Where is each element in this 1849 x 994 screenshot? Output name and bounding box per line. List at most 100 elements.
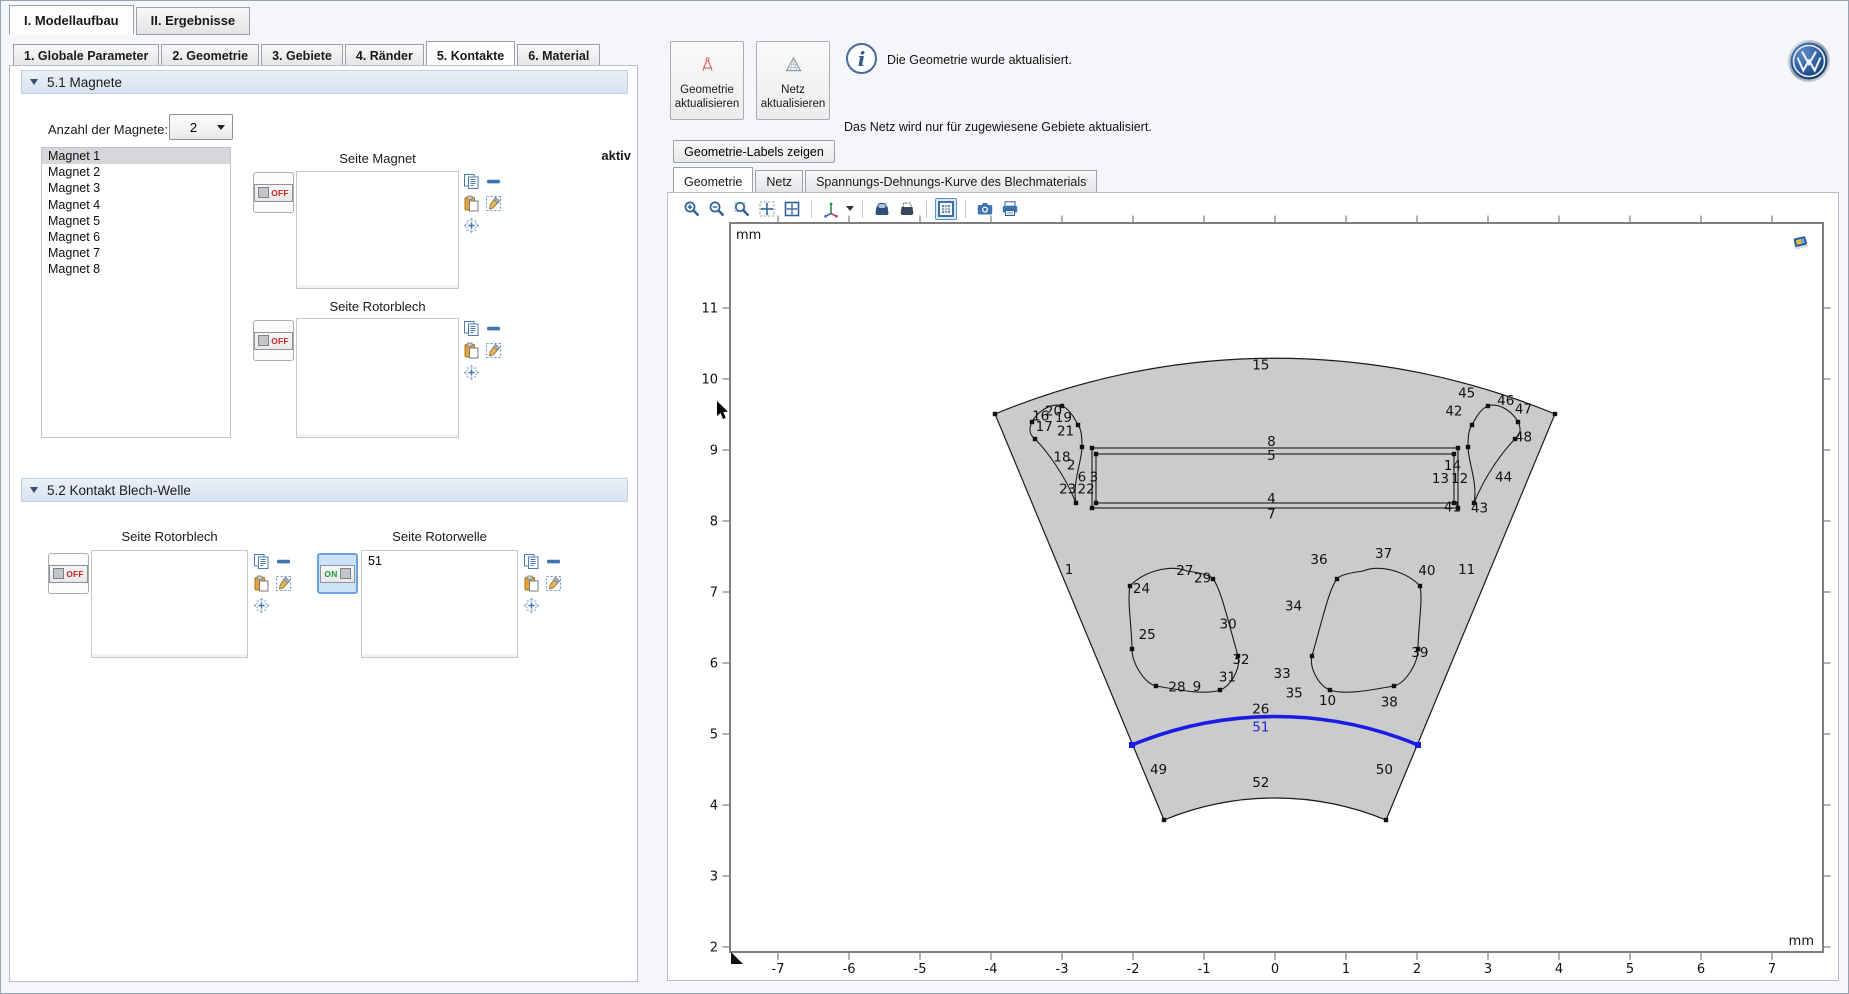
geometry-edge-label[interactable]: 40 (1418, 563, 1435, 579)
zoom-to-selection-icon[interactable] (252, 596, 271, 615)
geometry-vertex[interactable] (1466, 445, 1470, 449)
geometry-edge-label[interactable]: 14 (1444, 458, 1461, 474)
geometry-edge-label[interactable]: 30 (1220, 616, 1237, 632)
geometry-edge-label[interactable]: 41 (1444, 499, 1461, 515)
zoom-in-button[interactable] (681, 198, 703, 220)
main-tab-ii-ergebnisse[interactable]: II. Ergebnisse (136, 7, 251, 35)
geometry-edge-label[interactable]: 42 (1445, 403, 1462, 419)
magnet-list[interactable]: Magnet 1Magnet 2Magnet 3Magnet 4Magnet 5… (41, 147, 231, 438)
geometry-vertex[interactable] (1080, 445, 1084, 449)
clear-selection-icon[interactable] (484, 341, 503, 360)
clear-selection-icon[interactable] (274, 574, 293, 593)
geometry-edge-label[interactable]: 31 (1219, 670, 1236, 686)
geometry-edge-label[interactable]: 43 (1471, 501, 1488, 517)
contact-edge-label[interactable]: 51 (1252, 719, 1269, 735)
geometry-edge-label[interactable]: 17 (1036, 419, 1053, 435)
remove-selection-icon[interactable] (274, 552, 293, 571)
paste-selection-icon[interactable] (522, 574, 541, 593)
geometry-vertex[interactable] (993, 412, 997, 416)
paste-selection-icon[interactable] (462, 341, 481, 360)
geometry-edge-label[interactable]: 33 (1274, 666, 1291, 682)
zoom-to-selection-icon[interactable] (522, 596, 541, 615)
geometry-edge-label[interactable]: 28 (1168, 680, 1185, 696)
geometry-edge-label[interactable]: 1 (1065, 562, 1074, 578)
geometry-vertex[interactable] (1384, 818, 1388, 822)
geometry-edge-label[interactable]: 20 (1045, 403, 1062, 419)
magnet-list-item[interactable]: Magnet 1 (42, 148, 230, 164)
seite-rotorblech-active-toggle[interactable]: OFF (253, 320, 294, 361)
geometry-edge-label[interactable]: 27 (1176, 563, 1193, 579)
copy-selection-icon[interactable] (462, 172, 481, 191)
geometry-edge-label[interactable]: 39 (1411, 645, 1428, 661)
graphics-tab-geometrie[interactable]: Geometrie (673, 167, 753, 195)
geometry-edge-label[interactable]: 7 (1267, 506, 1276, 522)
geometry-vertex[interactable] (1310, 654, 1314, 658)
kontakt-rotorwelle-selection-box[interactable]: 51 (361, 550, 518, 658)
magnet-list-item[interactable]: Magnet 7 (42, 245, 230, 261)
geometry-edge-label[interactable]: 29 (1194, 570, 1211, 586)
geometry-vertex[interactable] (1456, 446, 1460, 450)
geometry-edge-label[interactable]: 25 (1139, 627, 1156, 643)
geometry-vertex[interactable] (1090, 506, 1094, 510)
contact-edge-vertex[interactable] (1415, 742, 1421, 748)
geometrie-aktualisieren-button[interactable]: Geometrie aktualisieren (670, 41, 744, 120)
clear-selection-icon[interactable] (544, 574, 563, 593)
geometry-vertex[interactable] (1094, 452, 1098, 456)
paste-selection-icon[interactable] (462, 194, 481, 213)
geometry-edge-label[interactable]: 45 (1458, 386, 1475, 402)
geometry-edge-label[interactable]: 4 (1267, 491, 1276, 507)
geometry-vertex[interactable] (1470, 423, 1474, 427)
kontakt-rotorblech-toggle[interactable]: OFF (48, 553, 89, 594)
geometry-edge-label[interactable]: 26 (1252, 702, 1269, 718)
netz-aktualisieren-button[interactable]: Netz aktualisieren (756, 41, 830, 120)
anzahl-magnete-dropdown[interactable]: 2 (169, 114, 233, 140)
remove-selection-icon[interactable] (484, 319, 503, 338)
geometry-edge-label[interactable]: 10 (1319, 693, 1336, 709)
geometry-edge-label[interactable]: 23 (1059, 482, 1076, 498)
geometry-edge-label[interactable]: 34 (1285, 599, 1302, 615)
copy-selection-icon[interactable] (522, 552, 541, 571)
geometry-vertex[interactable] (1328, 688, 1332, 692)
geometry-edge-label[interactable]: 35 (1286, 685, 1303, 701)
geometry-vertex[interactable] (1074, 501, 1078, 505)
geometry-edge-label[interactable]: 52 (1252, 775, 1269, 791)
remove-selection-icon[interactable] (544, 552, 563, 571)
geometry-edge-label[interactable]: 37 (1375, 546, 1392, 562)
geometry-edge-label[interactable]: 46 (1497, 393, 1514, 409)
geometry-vertex[interactable] (1486, 404, 1490, 408)
geometry-edge-label[interactable]: 22 (1078, 482, 1095, 498)
geometry-vertex[interactable] (1130, 647, 1134, 651)
geometry-edge-label[interactable]: 49 (1150, 762, 1167, 778)
geometry-edge-label[interactable]: 8 (1267, 434, 1276, 450)
section-kontakt-header[interactable]: 5.2 Kontakt Blech-Welle (21, 478, 628, 502)
geometry-edge-label[interactable]: 38 (1381, 695, 1398, 711)
zoom-to-selection-icon[interactable] (462, 363, 481, 382)
main-tab-i-modellaufbau[interactable]: I. Modellaufbau (9, 5, 134, 35)
geometry-vertex[interactable] (1094, 501, 1098, 505)
geometry-vertex[interactable] (1516, 420, 1520, 424)
geometry-vertex[interactable] (1392, 684, 1396, 688)
default-view-icon[interactable] (1787, 229, 1813, 255)
geometry-edge-label[interactable]: 24 (1133, 581, 1150, 597)
geometry-vertex[interactable] (1033, 437, 1037, 441)
geometry-vertex[interactable] (1211, 577, 1215, 581)
section-magnete-header[interactable]: 5.1 Magnete (21, 70, 628, 94)
rotorwelle-selected-entity[interactable]: 51 (362, 551, 517, 571)
geometry-vertex[interactable] (1076, 423, 1080, 427)
geometry-edge-label[interactable]: 50 (1376, 762, 1393, 778)
seite-magnet-active-toggle[interactable]: OFF (253, 172, 294, 213)
geometry-edge-label[interactable]: 47 (1515, 401, 1532, 417)
seite-rotorblech-selection-box[interactable] (296, 318, 459, 438)
geometry-vertex[interactable] (1128, 584, 1132, 588)
geometry-edge-label[interactable]: 15 (1252, 357, 1269, 373)
geometry-edge-label[interactable]: 9 (1193, 679, 1202, 695)
geometry-edge-label[interactable]: 5 (1267, 448, 1276, 464)
magnet-list-item[interactable]: Magnet 2 (42, 164, 230, 180)
geometry-edge-label[interactable]: 36 (1310, 552, 1327, 568)
zoom-to-selection-icon[interactable] (462, 216, 481, 235)
copy-selection-icon[interactable] (462, 319, 481, 338)
geometry-vertex[interactable] (1090, 446, 1094, 450)
copy-selection-icon[interactable] (252, 552, 271, 571)
remove-selection-icon[interactable] (484, 172, 503, 191)
geometry-vertex[interactable] (1335, 577, 1339, 581)
